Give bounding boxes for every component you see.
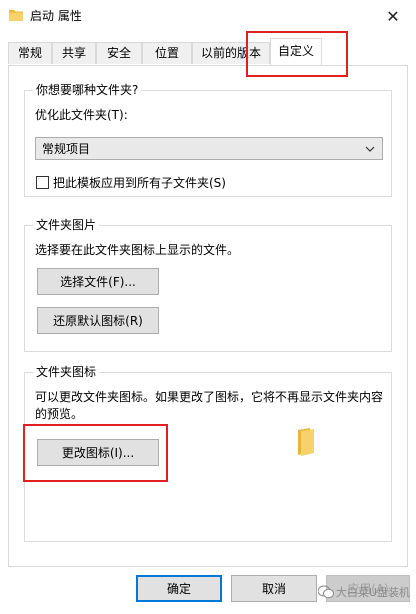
tab-customize[interactable]: 自定义 — [270, 38, 322, 65]
title-bar: 启动 属性 ✕ — [0, 0, 416, 32]
tab-general[interactable]: 常规 — [8, 42, 52, 64]
folder-icons-group-title: 文件夹图标 — [33, 364, 100, 380]
folder-icon — [297, 428, 315, 459]
choose-file-button[interactable]: 选择文件(F)... — [37, 268, 159, 295]
ok-button[interactable]: 确定 — [136, 575, 222, 602]
close-button[interactable]: ✕ — [370, 0, 416, 32]
window-title: 启动 属性 — [30, 9, 82, 23]
folder-type-group: 你想要哪种文件夹? 优化此文件夹(T): 常规项目 把此模板应用到所有子文件夹(… — [24, 82, 392, 197]
restore-default-button[interactable]: 还原默认图标(R) — [37, 307, 159, 334]
change-icon-highlight — [23, 424, 168, 482]
optimize-label: 优化此文件夹(T): — [35, 108, 128, 122]
tab-security[interactable]: 安全 — [96, 42, 142, 64]
folder-type-group-title: 你想要哪种文件夹? — [33, 82, 142, 98]
apply-subfolders-label[interactable]: 把此模板应用到所有子文件夹(S) — [53, 175, 226, 191]
close-icon: ✕ — [386, 6, 400, 26]
tab-sharing[interactable]: 共享 — [52, 42, 96, 64]
optimize-select[interactable]: 常规项目 — [35, 137, 383, 160]
folder-pictures-group-title: 文件夹图片 — [33, 217, 100, 233]
tab-location[interactable]: 位置 — [142, 42, 192, 64]
folder-icons-description-line2: 的预览。 — [35, 407, 84, 421]
folder-pictures-group: 文件夹图片 选择要在此文件夹图标上显示的文件。 选择文件(F)... 还原默认图… — [24, 217, 392, 352]
tab-panel-customize: 你想要哪种文件夹? 优化此文件夹(T): 常规项目 把此模板应用到所有子文件夹(… — [8, 65, 408, 567]
chevron-down-icon — [362, 139, 378, 159]
folder-icons-description-line1: 可以更改文件夹图标。如果更改了图标，它将不再显示文件夹内容 — [35, 390, 384, 404]
folder-pictures-description: 选择要在此文件夹图标上显示的文件。 — [35, 243, 240, 257]
folder-icon — [9, 9, 23, 21]
cancel-button[interactable]: 取消 — [231, 575, 317, 602]
apply-subfolders-checkbox[interactable] — [36, 176, 49, 189]
optimize-select-value: 常规项目 — [42, 142, 91, 156]
tab-strip: 常规 共享 安全 位置 以前的版本 自定义 — [0, 38, 416, 66]
wechat-icon — [317, 585, 334, 602]
watermark-text: 大白菜U盘装机 — [336, 586, 411, 599]
